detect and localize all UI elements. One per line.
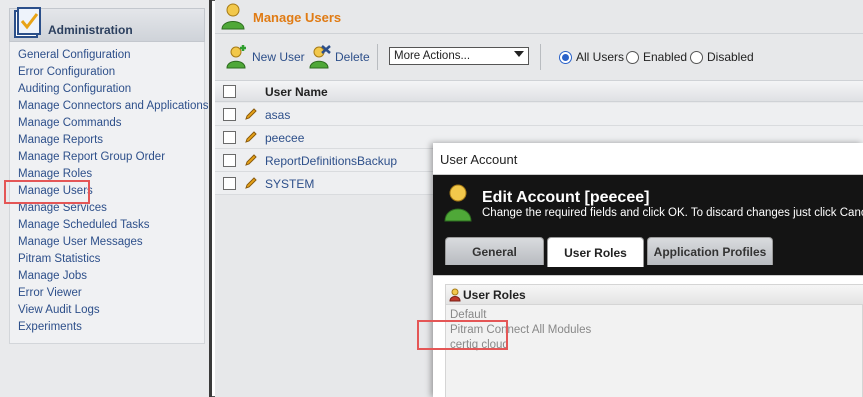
page-title: Manage Users [253, 10, 342, 25]
edit-pencil-icon[interactable] [244, 176, 258, 190]
more-actions-select[interactable]: More Actions... [389, 47, 529, 65]
user-name-link[interactable]: peecee [265, 131, 304, 145]
edit-pencil-icon[interactable] [244, 153, 258, 167]
edit-pencil-icon[interactable] [244, 130, 258, 144]
delete-label: Delete [335, 50, 370, 64]
dialog-title: User Account [440, 152, 518, 167]
new-user-button[interactable]: New User [225, 44, 305, 70]
radio-unselected-icon [626, 50, 639, 64]
row-checkbox[interactable] [223, 131, 236, 144]
filter-disabled-label: Disabled [707, 50, 754, 64]
sidebar-item-experiments[interactable]: Experiments [18, 319, 209, 336]
sidebar-item-manage-user-messages[interactable]: Manage User Messages [18, 234, 209, 251]
sidebar-item-manage-jobs[interactable]: Manage Jobs [18, 268, 209, 285]
filter-all-users-radio[interactable]: All Users [559, 50, 624, 64]
toolbar-separator [377, 44, 378, 70]
row-checkbox[interactable] [223, 108, 236, 121]
filter-enabled-radio[interactable]: Enabled [626, 50, 687, 64]
tab-user-roles[interactable]: User Roles [547, 237, 644, 267]
filter-all-users-label: All Users [576, 50, 625, 64]
admin-title: Administration [48, 23, 133, 37]
user-roles-icon [449, 288, 461, 302]
sidebar-item-view-audit-logs[interactable]: View Audit Logs [18, 302, 209, 319]
user-name-link[interactable]: asas [265, 108, 290, 122]
user-name-link[interactable]: ReportDefinitionsBackup [265, 154, 397, 168]
user-roles-header: User Roles [446, 285, 863, 305]
dialog-titlebar[interactable]: User Account [433, 143, 863, 175]
filter-enabled-label: Enabled [643, 50, 688, 64]
sidebar-item-error-viewer[interactable]: Error Viewer [18, 285, 209, 302]
chevron-down-icon [514, 51, 524, 57]
tab-general[interactable]: General [445, 237, 544, 265]
tab-application-profiles[interactable]: Application Profiles [647, 237, 773, 265]
toolbar: New User Delete More Actions... All User… [215, 40, 863, 74]
user-name-link[interactable]: SYSTEM [265, 177, 314, 191]
sidebar-item-manage-commands[interactable]: Manage Commands [18, 115, 209, 132]
dialog-heading: Edit Account [peecee] [482, 189, 650, 206]
admin-checklist-icon [14, 7, 41, 38]
select-all-checkbox[interactable] [223, 85, 236, 98]
table-row[interactable]: asas [215, 103, 863, 126]
row-checkbox[interactable] [223, 154, 236, 167]
column-header-user-name[interactable]: User Name [265, 85, 328, 99]
dialog-header: Edit Account [peecee] Change the require… [433, 175, 863, 275]
user-icon [444, 184, 472, 222]
delete-button[interactable]: Delete [308, 44, 370, 70]
sidebar-item-manage-report-group-order[interactable]: Manage Report Group Order [18, 149, 209, 166]
sidebar-item-manage-reports[interactable]: Manage Reports [18, 132, 209, 149]
admin-panel-header: Administration [9, 7, 205, 42]
delete-user-icon [309, 45, 331, 69]
filter-disabled-radio[interactable]: Disabled [690, 50, 754, 64]
sidebar-item-manage-scheduled-tasks[interactable]: Manage Scheduled Tasks [18, 217, 209, 234]
user-account-dialog: User Account Edit Account [peecee] Chang… [433, 143, 863, 397]
dialog-subtitle: Change the required fields and click OK.… [482, 207, 863, 219]
sidebar-item-error-configuration[interactable]: Error Configuration [18, 64, 209, 81]
users-grid-header: User Name [215, 80, 863, 102]
row-checkbox[interactable] [223, 177, 236, 190]
sidebar-item-general-configuration[interactable]: General Configuration [18, 47, 209, 64]
sidebar-item-pitram-statistics[interactable]: Pitram Statistics [18, 251, 209, 268]
radio-unselected-icon [690, 50, 703, 64]
sidebar-item-manage-connectors[interactable]: Manage Connectors and Applications [18, 98, 209, 115]
edit-pencil-icon[interactable] [244, 107, 258, 121]
user-roles-title: User Roles [463, 288, 526, 302]
radio-selected-icon [559, 50, 572, 64]
certiq-cloud-highlight-box [417, 320, 508, 350]
new-user-label: New User [252, 50, 305, 64]
page-header: Manage Users [215, 0, 863, 34]
user-icon [221, 3, 245, 30]
manage-users-highlight-box [4, 180, 90, 204]
toolbar-separator [540, 44, 541, 70]
sidebar-item-auditing-configuration[interactable]: Auditing Configuration [18, 81, 209, 98]
add-user-icon [226, 45, 246, 69]
more-actions-value: More Actions... [394, 50, 471, 62]
